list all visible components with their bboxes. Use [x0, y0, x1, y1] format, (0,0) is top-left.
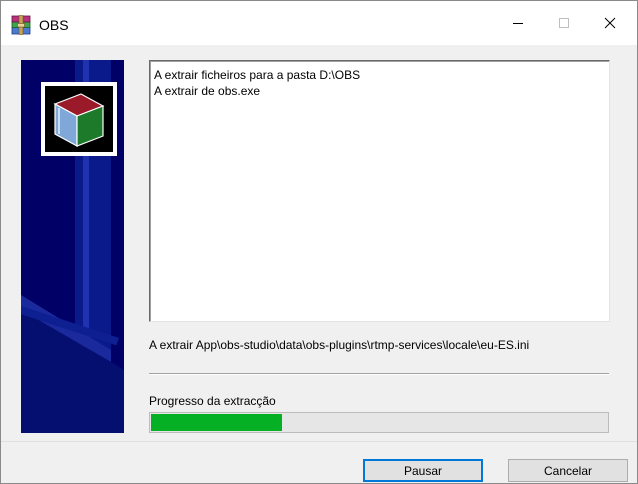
- progress-bar-fill: [151, 414, 282, 431]
- window-title: OBS: [39, 17, 69, 33]
- title-bar[interactable]: OBS: [1, 1, 637, 45]
- close-icon: [604, 17, 616, 29]
- extraction-log[interactable]: A extrair ficheiros para a pasta D:\OBS …: [149, 60, 610, 322]
- section-divider: [149, 373, 609, 375]
- log-line: A extrair ficheiros para a pasta D:\OBS: [154, 68, 361, 82]
- minimize-button[interactable]: [495, 1, 541, 45]
- close-button[interactable]: [587, 1, 633, 45]
- button-bar: Pausar Cancelar: [1, 441, 637, 483]
- extraction-window: OBS A extrair ficheiros para a pasta D:\…: [0, 0, 638, 484]
- progress-bar: [149, 412, 609, 433]
- winrar-archive-icon: [11, 15, 31, 35]
- pause-button[interactable]: Pausar: [363, 459, 483, 482]
- current-file-status: A extrair App\obs-studio\data\obs-plugin…: [149, 338, 530, 352]
- progress-label: Progresso da extracção: [149, 394, 276, 408]
- minimize-icon: [513, 23, 523, 24]
- archive-box-icon: [53, 93, 105, 148]
- maximize-button[interactable]: [541, 1, 587, 45]
- logo-frame: [41, 82, 117, 156]
- log-line: A extrair de obs.exe: [154, 84, 261, 98]
- side-banner: [21, 60, 124, 433]
- logo-background: [45, 86, 113, 152]
- cancel-button[interactable]: Cancelar: [508, 459, 628, 482]
- maximize-icon: [559, 18, 569, 28]
